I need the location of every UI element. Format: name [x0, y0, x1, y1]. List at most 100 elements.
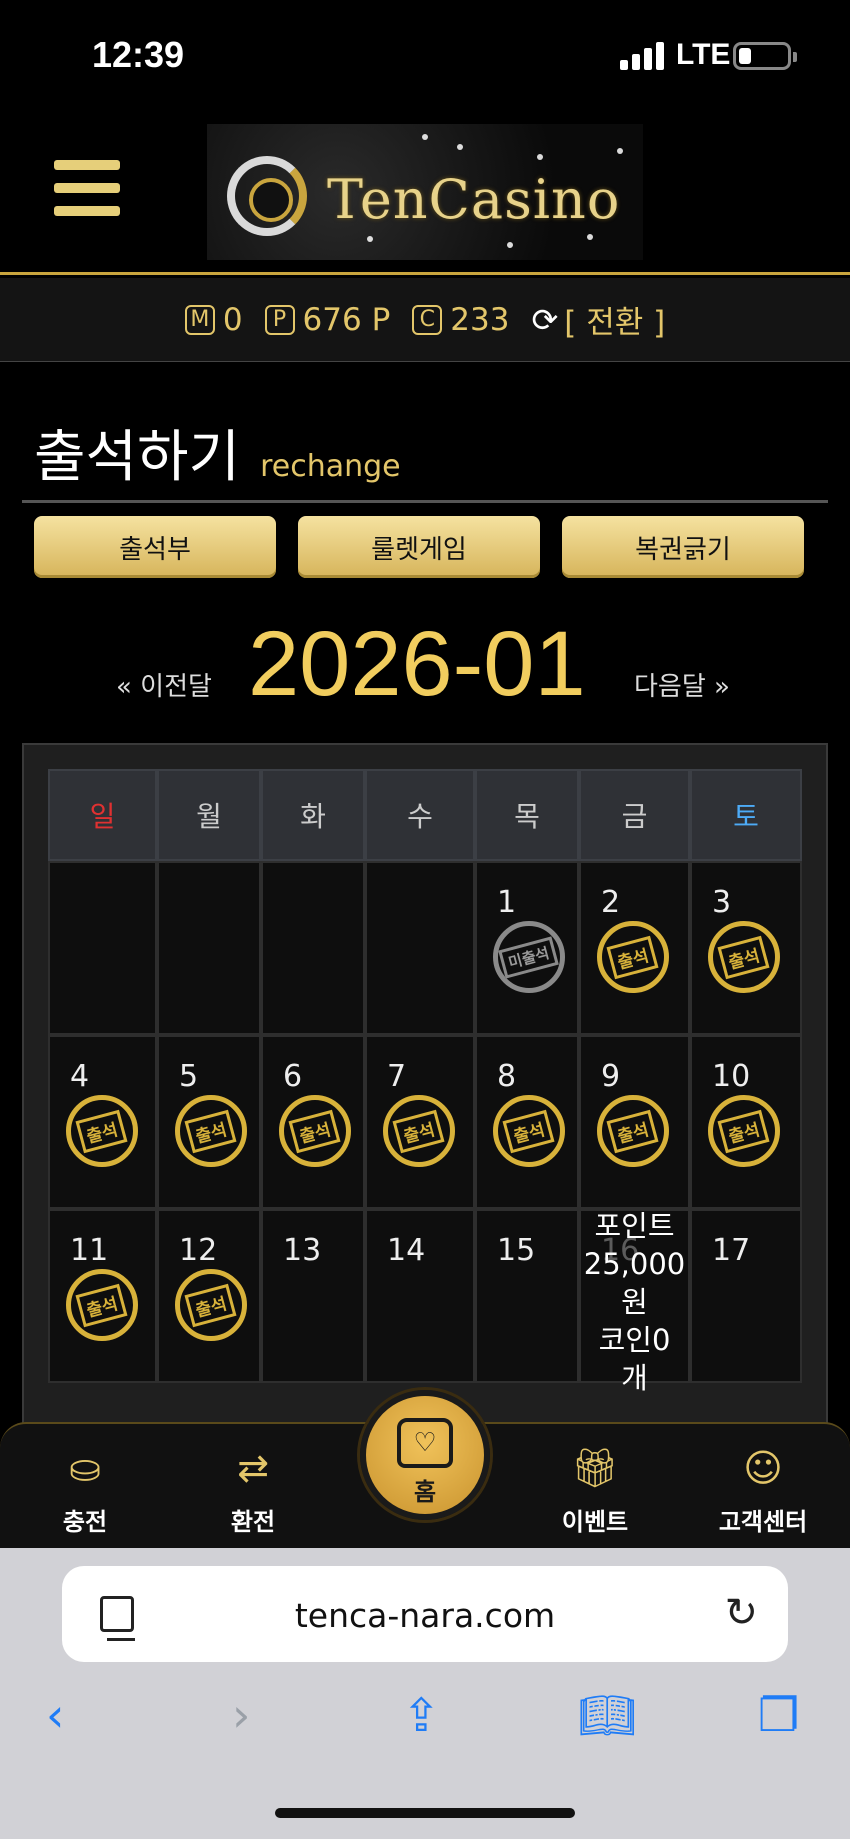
- attendance-tabs: 출석부 룰렛게임 복권긁기: [34, 516, 804, 578]
- calendar-day-10[interactable]: 10 출석: [690, 1035, 802, 1209]
- nav-support-label: 고객센터: [718, 1508, 808, 1536]
- back-icon[interactable]: ‹: [46, 1688, 64, 1742]
- bookmarks-icon[interactable]: 📖︎: [578, 1688, 636, 1743]
- nav-home-button[interactable]: ♡ 홈: [360, 1390, 490, 1520]
- convert-label: [ 전환 ]: [564, 305, 666, 341]
- stamp-label: 출석: [606, 1109, 660, 1153]
- next-month-link[interactable]: 다음달 »: [634, 666, 730, 703]
- coin-value: 233: [450, 301, 510, 338]
- calendar-day-1[interactable]: 1 미출석: [475, 861, 579, 1035]
- tab-lottery[interactable]: 복권긁기: [562, 516, 804, 578]
- stamp-label: 미출석: [498, 935, 560, 979]
- calendar-day-4[interactable]: 4 출석: [48, 1035, 157, 1209]
- weekday-mon: 월: [157, 769, 261, 861]
- tabs-icon[interactable]: ❐: [758, 1688, 799, 1742]
- calendar-day-7[interactable]: 7 출석: [365, 1035, 475, 1209]
- calendar-day-15[interactable]: 15: [475, 1209, 579, 1383]
- attended-stamp-icon: 출석: [708, 921, 780, 993]
- attendance-calendar: 일 월 화 수 목 금 토 1 미출석 2 출석 3 출석 4 출석 5 출석 6 출석 7 출석 8 출석 9…: [22, 743, 828, 1443]
- stamp-label: 출석: [288, 1109, 342, 1153]
- stamp-label: 출석: [184, 1109, 238, 1153]
- calendar-day-5[interactable]: 5 출석: [157, 1035, 261, 1209]
- attended-stamp-icon: 출석: [66, 1269, 138, 1341]
- nav-exchange-label: 환전: [230, 1508, 276, 1536]
- calendar-empty-cell: [365, 861, 475, 1035]
- refresh-icon: ⟳: [531, 300, 559, 339]
- weekday-sat: 토: [690, 769, 802, 861]
- calendar-day-11[interactable]: 11 출석: [48, 1209, 157, 1383]
- attended-stamp-icon: 출석: [597, 921, 669, 993]
- calendar-day-2[interactable]: 2 출석: [579, 861, 690, 1035]
- forward-icon: ›: [232, 1688, 251, 1742]
- share-icon[interactable]: ⇪: [402, 1688, 441, 1742]
- calendar-day-17[interactable]: 17: [690, 1209, 802, 1383]
- day-number: 6: [283, 1059, 303, 1094]
- day-number: 7: [387, 1059, 407, 1094]
- coin-balance: C 233: [412, 302, 509, 338]
- calendar-day-12[interactable]: 12 출석: [157, 1209, 261, 1383]
- day-number: 9: [601, 1059, 621, 1094]
- calendar-day-13[interactable]: 13: [261, 1209, 365, 1383]
- calendar-empty-cell: [157, 861, 261, 1035]
- menu-icon[interactable]: [54, 160, 120, 216]
- current-month: 2026-01: [248, 613, 586, 715]
- site-header: TenCasino: [0, 110, 850, 275]
- support-agent-icon: ☺: [743, 1446, 783, 1490]
- calendar-day-3[interactable]: 3 출석: [690, 861, 802, 1035]
- weekday-wed: 수: [365, 769, 475, 861]
- money-balance: M 0: [184, 301, 243, 338]
- calendar-day-9[interactable]: 9 출석: [579, 1035, 690, 1209]
- prev-month-link[interactable]: « 이전달: [116, 666, 212, 703]
- address-bar[interactable]: tenca-nara.com ↻: [62, 1566, 788, 1662]
- attended-stamp-icon: 출석: [175, 1269, 247, 1341]
- day-number: 11: [70, 1233, 109, 1268]
- nav-exchange[interactable]: ⇄ 환전: [178, 1424, 328, 1550]
- money-value: 0: [222, 301, 243, 338]
- site-logo[interactable]: TenCasino: [207, 124, 643, 260]
- gift-icon: 🎁︎: [570, 1446, 620, 1490]
- day-number: 4: [70, 1059, 90, 1094]
- reload-icon[interactable]: ↻: [724, 1590, 758, 1636]
- browser-chrome: tenca-nara.com ↻ ‹ › ⇪ 📖︎ ❐: [0, 1548, 850, 1839]
- calendar-day-14[interactable]: 14: [365, 1209, 475, 1383]
- day-number: 13: [283, 1233, 322, 1268]
- stamp-label: 출석: [75, 1109, 129, 1153]
- status-time: 12:39: [92, 34, 185, 75]
- nav-charge[interactable]: ⛀ 충전: [10, 1424, 160, 1550]
- stamp-label: 출석: [184, 1283, 238, 1327]
- tab-roulette[interactable]: 룰렛게임: [298, 516, 540, 578]
- reward-line: 개: [621, 1361, 648, 1395]
- calendar-day-8[interactable]: 8 출석: [475, 1035, 579, 1209]
- nav-event[interactable]: 🎁︎ 이벤트: [520, 1424, 670, 1550]
- network-type: LTE: [676, 38, 731, 71]
- attended-stamp-icon: 출석: [383, 1095, 455, 1167]
- stamp-label: 출석: [717, 935, 771, 979]
- weekday-tue: 화: [261, 769, 365, 861]
- attended-stamp-icon: 출석: [597, 1095, 669, 1167]
- day-number: 15: [497, 1233, 536, 1268]
- calendar-empty-cell: [48, 861, 157, 1035]
- attended-stamp-icon: 출석: [708, 1095, 780, 1167]
- stamp-label: 출석: [502, 1109, 556, 1153]
- day-number: 17: [712, 1233, 751, 1268]
- tab-attendance[interactable]: 출석부: [34, 516, 276, 578]
- calendar-day-16[interactable]: 포인트 25,000 원 코인0 개 16: [579, 1209, 690, 1395]
- calendar-day-6[interactable]: 6 출석: [261, 1035, 365, 1209]
- day-number: 8: [497, 1059, 517, 1094]
- weekday-fri: 금: [579, 769, 690, 861]
- attended-stamp-icon: 출석: [66, 1095, 138, 1167]
- day-number: 3: [712, 885, 732, 920]
- battery-icon: [733, 42, 797, 70]
- page-title: 출석하기 rechange: [34, 412, 401, 493]
- logo-emblem-icon: [227, 156, 307, 236]
- convert-button[interactable]: ⟳ [ 전환 ]: [531, 297, 665, 342]
- attended-stamp-icon: 출석: [175, 1095, 247, 1167]
- stamp-label: 출석: [717, 1109, 771, 1153]
- browser-toolbar: ‹ › ⇪ 📖︎ ❐: [0, 1678, 850, 1758]
- nav-support[interactable]: ☺ 고객센터: [688, 1424, 838, 1550]
- point-balance: P 676 P: [264, 302, 390, 338]
- missed-stamp-icon: 미출석: [493, 921, 565, 993]
- month-navigation: « 이전달 2026-01 다음달 »: [0, 612, 850, 715]
- balance-bar: M 0 P 676 P C 233 ⟳ [ 전환 ]: [0, 278, 850, 362]
- coin-icon: C: [412, 304, 443, 335]
